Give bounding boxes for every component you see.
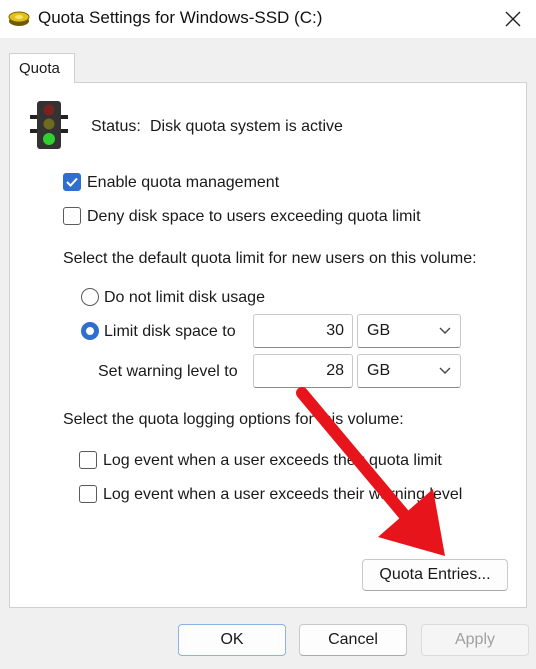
chevron-down-icon [439,367,451,374]
no-limit-radio[interactable] [81,288,99,306]
deny-space-label: Deny disk space to users exceeding quota… [87,208,421,225]
status-value: Disk quota system is active [150,118,343,135]
chevron-down-icon [439,327,451,334]
limit-unit-select[interactable]: GB [357,314,461,348]
apply-button[interactable]: Apply [421,624,529,656]
warning-unit-value: GB [367,362,391,379]
limit-value-field[interactable]: 30 [253,314,353,348]
tab-quota[interactable]: Quota [9,53,75,83]
enable-quota-checkbox[interactable] [63,173,81,191]
enable-quota-label: Enable quota management [87,174,280,191]
limit-unit-value: GB [367,322,391,339]
limit-radio[interactable] [81,322,99,340]
ok-button[interactable]: OK [178,624,286,656]
deny-space-checkbox[interactable] [63,207,81,225]
drive-icon [8,11,30,26]
traffic-light-icon [30,101,68,149]
log-over-limit-checkbox[interactable] [79,451,97,469]
close-icon [505,11,521,27]
warning-label: Set warning level to [98,363,238,380]
log-over-limit-label: Log event when a user exceeds their quot… [103,452,442,469]
warning-value-field[interactable]: 28 [253,354,353,388]
window-title: Quota Settings for Windows-SSD (C:) [38,8,323,27]
log-over-warning-checkbox[interactable] [79,485,97,503]
warning-unit-select[interactable]: GB [357,354,461,388]
no-limit-label: Do not limit disk usage [104,289,265,306]
limit-label: Limit disk space to [104,323,236,340]
cancel-button[interactable]: Cancel [299,624,407,656]
logging-heading: Select the quota logging options for thi… [63,411,404,428]
title-bar: Quota Settings for Windows-SSD (C:) [0,0,536,38]
quota-entries-button[interactable]: Quota Entries... [362,559,508,591]
status-label: Status: [91,118,141,135]
log-over-warning-label: Log event when a user exceeds their warn… [103,486,463,503]
tab-label: Quota [19,60,60,77]
default-limit-heading: Select the default quota limit for new u… [63,250,477,267]
checkmark-icon [66,177,78,187]
close-button[interactable] [490,0,536,38]
